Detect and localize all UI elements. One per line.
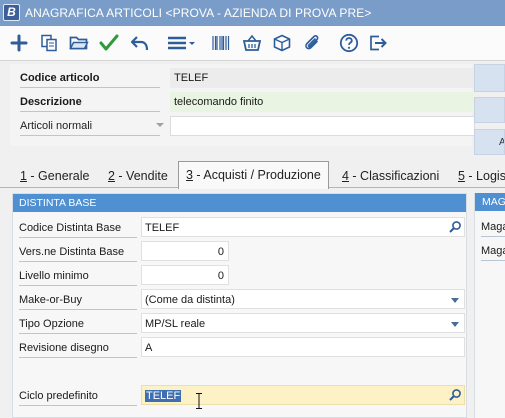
tab-generale[interactable]: 1 - Generale (20, 165, 89, 188)
tipo-articolo-dropdown[interactable]: Articoli normali (20, 116, 164, 136)
barcode-icon[interactable] (210, 32, 232, 54)
basket-icon[interactable] (241, 32, 263, 54)
livello-minimo-field[interactable]: 0 (141, 265, 229, 285)
magazzino-section: MAG Maga Maga (474, 193, 505, 418)
tipo-articolo-label: Articoli normali (20, 120, 93, 132)
tab-strip: 1 - Generale 2 - Vendite 3 - Acquisti / … (0, 160, 505, 189)
menu-icon[interactable] (166, 32, 196, 54)
paperclip-icon[interactable] (301, 32, 323, 54)
article-header-panel: Codice articolo TELEF Descrizione teleco… (10, 64, 475, 146)
text-cursor-icon (196, 393, 202, 409)
tipo-opzione-select[interactable]: MP/SL reale (141, 313, 465, 333)
codice-articolo-label: Codice articolo (20, 68, 160, 88)
revisione-disegno-label: Revisione disegno (19, 338, 137, 358)
box-icon[interactable] (271, 32, 293, 54)
tab-vendite[interactable]: 2 - Vendite (108, 165, 168, 188)
descrizione-label: Descrizione (20, 92, 160, 112)
search-icon[interactable] (448, 220, 462, 234)
distinta-base-section: DISTINTA BASE Codice Distinta Base TELEF… (12, 193, 467, 418)
make-or-buy-select[interactable]: (Come da distinta) (141, 289, 465, 309)
make-or-buy-label: Make-or-Buy (19, 290, 137, 310)
magazzino-label-1: Maga (481, 217, 505, 237)
side-button-ar[interactable]: Ar (474, 129, 505, 155)
folder-open-icon[interactable] (68, 32, 90, 54)
side-button-1[interactable] (474, 64, 505, 92)
tipo-articolo-field[interactable] (170, 116, 475, 136)
toolbar (0, 26, 505, 61)
checkmark-icon[interactable] (98, 32, 120, 54)
tab-classificazioni[interactable]: 4 - Classificazioni (342, 165, 439, 188)
descrizione-field[interactable]: telecomando finito (170, 92, 475, 112)
plus-icon[interactable] (8, 32, 30, 54)
versione-distinta-label: Vers.ne Distinta Base (19, 242, 137, 262)
distinta-base-header: DISTINTA BASE (13, 194, 466, 212)
tipo-opzione-label: Tipo Opzione (19, 314, 137, 334)
help-icon[interactable] (338, 32, 360, 54)
copy-icon[interactable] (38, 32, 60, 54)
ciclo-predefinito-field[interactable]: TELEF (141, 385, 465, 405)
search-icon[interactable] (448, 388, 462, 402)
ciclo-predefinito-label: Ciclo predefinito (19, 386, 137, 406)
versione-distinta-field[interactable]: 0 (141, 241, 229, 261)
codice-articolo-field[interactable]: TELEF (170, 68, 475, 88)
chevron-down-icon (451, 298, 459, 303)
app-logo: B (3, 4, 20, 21)
chevron-down-icon (156, 123, 164, 127)
chevron-down-icon (451, 322, 459, 327)
title-bar: B ANAGRAFICA ARTICOLI <PROVA - AZIENDA D… (0, 0, 505, 26)
side-button-2[interactable] (474, 97, 505, 123)
undo-icon[interactable] (129, 32, 151, 54)
tab-acquisti-produzione[interactable]: 3 - Acquisti / Produzione (178, 161, 329, 189)
magazzino-label-2: Maga (481, 241, 505, 261)
exit-icon[interactable] (367, 32, 389, 54)
codice-distinta-label: Codice Distinta Base (19, 218, 137, 238)
window-title: ANAGRAFICA ARTICOLI <PROVA - AZIENDA DI … (25, 6, 372, 20)
livello-minimo-label: Livello minimo (19, 266, 137, 286)
tab-logistica[interactable]: 5 - Logis (458, 165, 505, 188)
codice-distinta-field[interactable]: TELEF (141, 217, 465, 237)
magazzino-header: MAG (475, 193, 505, 211)
revisione-disegno-field[interactable]: A (141, 337, 465, 357)
